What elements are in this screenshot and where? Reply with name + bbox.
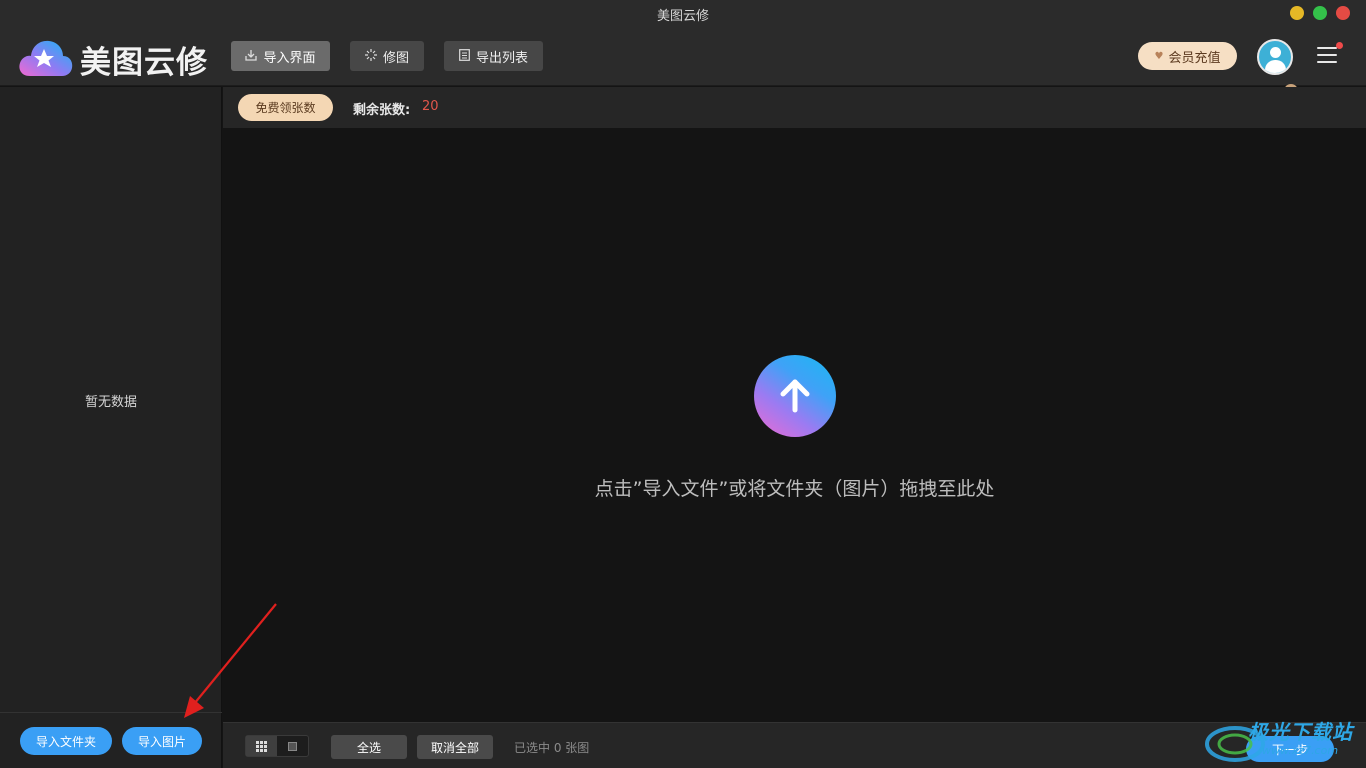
tab-repair-label: 修图 [382,50,409,66]
tab-repair[interactable]: 修图 [350,41,424,71]
remaining-count: 20 [422,99,439,114]
grid-icon [256,740,267,752]
watermark-url: www.xz7.com [1262,744,1339,757]
drop-zone[interactable]: 点击”导入文件”或将文件夹（图片）拖拽至此处 [223,128,1366,722]
app-header: 美图云修 导入界面 修图 导出列表 ♥ 会员充值 ♥ [0,26,1366,98]
import-folder-button[interactable]: 导入文件夹 [20,727,112,755]
single-view-button[interactable] [277,736,308,756]
minimize-button[interactable] [1290,6,1304,20]
bottom-toolbar: 全选 取消全部 已选中 0 张图 下一步 [223,722,1366,768]
import-icon [245,49,258,64]
cloud-logo-icon [18,36,74,78]
vip-recharge-button[interactable]: ♥ 会员充值 [1138,42,1237,70]
tab-import-label: 导入界面 [263,50,316,66]
empty-state-text: 暂无数据 [84,395,137,410]
tab-export-list-label: 导出列表 [475,50,528,66]
watermark-text: 极光下载站 [1248,720,1353,744]
list-icon [459,48,470,64]
tab-export-list[interactable]: 导出列表 [444,41,543,71]
select-all-button[interactable]: 全选 [331,735,407,759]
quota-bar: 免费领张数 剩余张数: 20 [223,87,1366,128]
drop-hint-text: 点击”导入文件”或将文件夹（图片）拖拽至此处 [594,478,995,500]
annotation-arrow-icon [184,603,277,718]
title-bar: 美图云修 [0,0,1366,26]
tab-import[interactable]: 导入界面 [231,41,330,71]
user-avatar[interactable] [1257,39,1293,75]
import-image-button[interactable]: 导入图片 [122,727,202,755]
remaining-label: 剩余张数: [353,103,411,118]
window-title: 美图云修 [656,9,709,24]
vip-recharge-label: 会员充值 [1168,50,1221,66]
grid-view-button[interactable] [246,736,277,756]
free-quota-button[interactable]: 免费领张数 [238,94,333,121]
notification-dot [1336,42,1343,49]
square-icon [288,741,297,751]
hamburger-menu-icon[interactable] [1317,42,1343,63]
deselect-all-button[interactable]: 取消全部 [417,735,493,759]
upload-button[interactable] [754,355,836,437]
brand-name: 美图云修 [80,45,208,81]
selected-count-text: 已选中 0 张图 [514,741,590,755]
close-button[interactable] [1336,6,1350,20]
arrow-up-icon [780,379,810,413]
view-toggle [245,735,309,757]
maximize-button[interactable] [1313,6,1327,20]
sparkle-icon [364,48,377,64]
heart-icon: ♥ [1154,50,1164,62]
